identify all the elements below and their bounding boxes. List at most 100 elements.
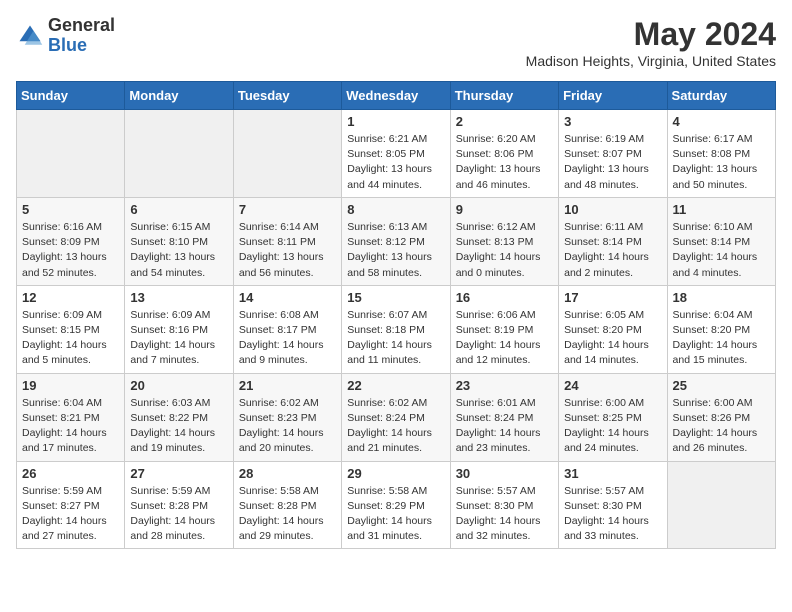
month-year-title: May 2024 — [526, 16, 776, 53]
day-number: 13 — [130, 290, 227, 305]
day-info: Sunrise: 6:04 AM Sunset: 8:21 PM Dayligh… — [22, 396, 119, 457]
calendar-cell: 8 Sunrise: 6:13 AM Sunset: 8:12 PM Daylig… — [342, 197, 450, 285]
day-number: 6 — [130, 202, 227, 217]
day-info: Sunrise: 6:13 AM Sunset: 8:12 PM Dayligh… — [347, 220, 444, 281]
calendar-cell: 11 Sunrise: 6:10 AM Sunset: 8:14 PM Dayli… — [667, 197, 775, 285]
calendar-cell: 22 Sunrise: 6:02 AM Sunset: 8:24 PM Dayli… — [342, 373, 450, 461]
day-info: Sunrise: 6:16 AM Sunset: 8:09 PM Dayligh… — [22, 220, 119, 281]
day-info: Sunrise: 6:21 AM Sunset: 8:05 PM Dayligh… — [347, 132, 444, 193]
calendar-cell — [125, 110, 233, 198]
calendar-cell: 5 Sunrise: 6:16 AM Sunset: 8:09 PM Daylig… — [17, 197, 125, 285]
calendar-cell: 27 Sunrise: 5:59 AM Sunset: 8:28 PM Dayli… — [125, 461, 233, 549]
day-info: Sunrise: 6:02 AM Sunset: 8:24 PM Dayligh… — [347, 396, 444, 457]
calendar-body: 1Sunrise: 6:21 AM Sunset: 8:05 PM Daylig… — [17, 110, 776, 549]
day-info: Sunrise: 6:20 AM Sunset: 8:06 PM Dayligh… — [456, 132, 553, 193]
calendar-table: SundayMondayTuesdayWednesdayThursdayFrid… — [16, 81, 776, 549]
day-number: 10 — [564, 202, 661, 217]
day-number: 21 — [239, 378, 336, 393]
day-info: Sunrise: 6:01 AM Sunset: 8:24 PM Dayligh… — [456, 396, 553, 457]
calendar-week-row: 5 Sunrise: 6:16 AM Sunset: 8:09 PM Daylig… — [17, 197, 776, 285]
calendar-cell: 2 Sunrise: 6:20 AM Sunset: 8:06 PM Daylig… — [450, 110, 558, 198]
day-number: 22 — [347, 378, 444, 393]
day-info: Sunrise: 6:00 AM Sunset: 8:26 PM Dayligh… — [673, 396, 770, 457]
calendar-week-row: 12Sunrise: 6:09 AM Sunset: 8:15 PM Dayli… — [17, 285, 776, 373]
location-subtitle: Madison Heights, Virginia, United States — [526, 53, 776, 69]
day-of-week-header: Wednesday — [342, 82, 450, 110]
day-info: Sunrise: 5:57 AM Sunset: 8:30 PM Dayligh… — [456, 484, 553, 545]
day-number: 28 — [239, 466, 336, 481]
day-number: 27 — [130, 466, 227, 481]
calendar-week-row: 26Sunrise: 5:59 AM Sunset: 8:27 PM Dayli… — [17, 461, 776, 549]
calendar-cell: 30 Sunrise: 5:57 AM Sunset: 8:30 PM Dayli… — [450, 461, 558, 549]
day-number: 11 — [673, 202, 770, 217]
day-number: 30 — [456, 466, 553, 481]
calendar-header: SundayMondayTuesdayWednesdayThursdayFrid… — [17, 82, 776, 110]
day-of-week-header: Tuesday — [233, 82, 341, 110]
calendar-cell — [233, 110, 341, 198]
day-info: Sunrise: 6:08 AM Sunset: 8:17 PM Dayligh… — [239, 308, 336, 369]
day-info: Sunrise: 6:11 AM Sunset: 8:14 PM Dayligh… — [564, 220, 661, 281]
day-info: Sunrise: 6:15 AM Sunset: 8:10 PM Dayligh… — [130, 220, 227, 281]
calendar-cell: 10 Sunrise: 6:11 AM Sunset: 8:14 PM Dayli… — [559, 197, 667, 285]
day-info: Sunrise: 6:07 AM Sunset: 8:18 PM Dayligh… — [347, 308, 444, 369]
calendar-cell: 21 Sunrise: 6:02 AM Sunset: 8:23 PM Dayli… — [233, 373, 341, 461]
day-info: Sunrise: 6:03 AM Sunset: 8:22 PM Dayligh… — [130, 396, 227, 457]
day-info: Sunrise: 5:59 AM Sunset: 8:27 PM Dayligh… — [22, 484, 119, 545]
days-of-week-row: SundayMondayTuesdayWednesdayThursdayFrid… — [17, 82, 776, 110]
calendar-cell: 20 Sunrise: 6:03 AM Sunset: 8:22 PM Dayli… — [125, 373, 233, 461]
day-info: Sunrise: 5:59 AM Sunset: 8:28 PM Dayligh… — [130, 484, 227, 545]
day-info: Sunrise: 6:02 AM Sunset: 8:23 PM Dayligh… — [239, 396, 336, 457]
day-number: 7 — [239, 202, 336, 217]
calendar-cell: 4Sunrise: 6:17 AM Sunset: 8:08 PM Daylig… — [667, 110, 775, 198]
day-number: 29 — [347, 466, 444, 481]
day-number: 8 — [347, 202, 444, 217]
calendar-cell: 12Sunrise: 6:09 AM Sunset: 8:15 PM Dayli… — [17, 285, 125, 373]
title-block: May 2024 Madison Heights, Virginia, Unit… — [526, 16, 776, 69]
calendar-cell: 7 Sunrise: 6:14 AM Sunset: 8:11 PM Daylig… — [233, 197, 341, 285]
calendar-cell — [667, 461, 775, 549]
day-number: 24 — [564, 378, 661, 393]
day-number: 15 — [347, 290, 444, 305]
calendar-cell: 24 Sunrise: 6:00 AM Sunset: 8:25 PM Dayli… — [559, 373, 667, 461]
day-number: 9 — [456, 202, 553, 217]
day-number: 2 — [456, 114, 553, 129]
day-number: 31 — [564, 466, 661, 481]
calendar-cell: 23 Sunrise: 6:01 AM Sunset: 8:24 PM Dayli… — [450, 373, 558, 461]
calendar-cell: 31 Sunrise: 5:57 AM Sunset: 8:30 PM Dayli… — [559, 461, 667, 549]
calendar-cell: 26Sunrise: 5:59 AM Sunset: 8:27 PM Dayli… — [17, 461, 125, 549]
day-info: Sunrise: 5:57 AM Sunset: 8:30 PM Dayligh… — [564, 484, 661, 545]
day-number: 12 — [22, 290, 119, 305]
logo-general-text: General — [48, 15, 115, 35]
calendar-cell: 6 Sunrise: 6:15 AM Sunset: 8:10 PM Daylig… — [125, 197, 233, 285]
day-of-week-header: Saturday — [667, 82, 775, 110]
calendar-cell: 18Sunrise: 6:04 AM Sunset: 8:20 PM Dayli… — [667, 285, 775, 373]
calendar-cell: 9 Sunrise: 6:12 AM Sunset: 8:13 PM Daylig… — [450, 197, 558, 285]
day-info: Sunrise: 6:05 AM Sunset: 8:20 PM Dayligh… — [564, 308, 661, 369]
calendar-cell: 28Sunrise: 5:58 AM Sunset: 8:28 PM Dayli… — [233, 461, 341, 549]
calendar-cell: 1Sunrise: 6:21 AM Sunset: 8:05 PM Daylig… — [342, 110, 450, 198]
calendar-cell: 29Sunrise: 5:58 AM Sunset: 8:29 PM Dayli… — [342, 461, 450, 549]
day-info: Sunrise: 6:10 AM Sunset: 8:14 PM Dayligh… — [673, 220, 770, 281]
day-info: Sunrise: 6:14 AM Sunset: 8:11 PM Dayligh… — [239, 220, 336, 281]
day-number: 25 — [673, 378, 770, 393]
day-of-week-header: Friday — [559, 82, 667, 110]
day-number: 5 — [22, 202, 119, 217]
day-info: Sunrise: 6:00 AM Sunset: 8:25 PM Dayligh… — [564, 396, 661, 457]
calendar-cell: 3 Sunrise: 6:19 AM Sunset: 8:07 PM Daylig… — [559, 110, 667, 198]
day-number: 3 — [564, 114, 661, 129]
logo-icon — [16, 22, 44, 50]
day-info: Sunrise: 6:17 AM Sunset: 8:08 PM Dayligh… — [673, 132, 770, 193]
day-number: 14 — [239, 290, 336, 305]
day-number: 23 — [456, 378, 553, 393]
calendar-cell — [17, 110, 125, 198]
day-info: Sunrise: 6:06 AM Sunset: 8:19 PM Dayligh… — [456, 308, 553, 369]
day-number: 20 — [130, 378, 227, 393]
day-info: Sunrise: 6:19 AM Sunset: 8:07 PM Dayligh… — [564, 132, 661, 193]
calendar-week-row: 1Sunrise: 6:21 AM Sunset: 8:05 PM Daylig… — [17, 110, 776, 198]
calendar-cell: 25 Sunrise: 6:00 AM Sunset: 8:26 PM Dayli… — [667, 373, 775, 461]
day-info: Sunrise: 6:12 AM Sunset: 8:13 PM Dayligh… — [456, 220, 553, 281]
calendar-week-row: 19 Sunrise: 6:04 AM Sunset: 8:21 PM Dayli… — [17, 373, 776, 461]
calendar-cell: 16Sunrise: 6:06 AM Sunset: 8:19 PM Dayli… — [450, 285, 558, 373]
day-number: 19 — [22, 378, 119, 393]
day-info: Sunrise: 6:09 AM Sunset: 8:16 PM Dayligh… — [130, 308, 227, 369]
